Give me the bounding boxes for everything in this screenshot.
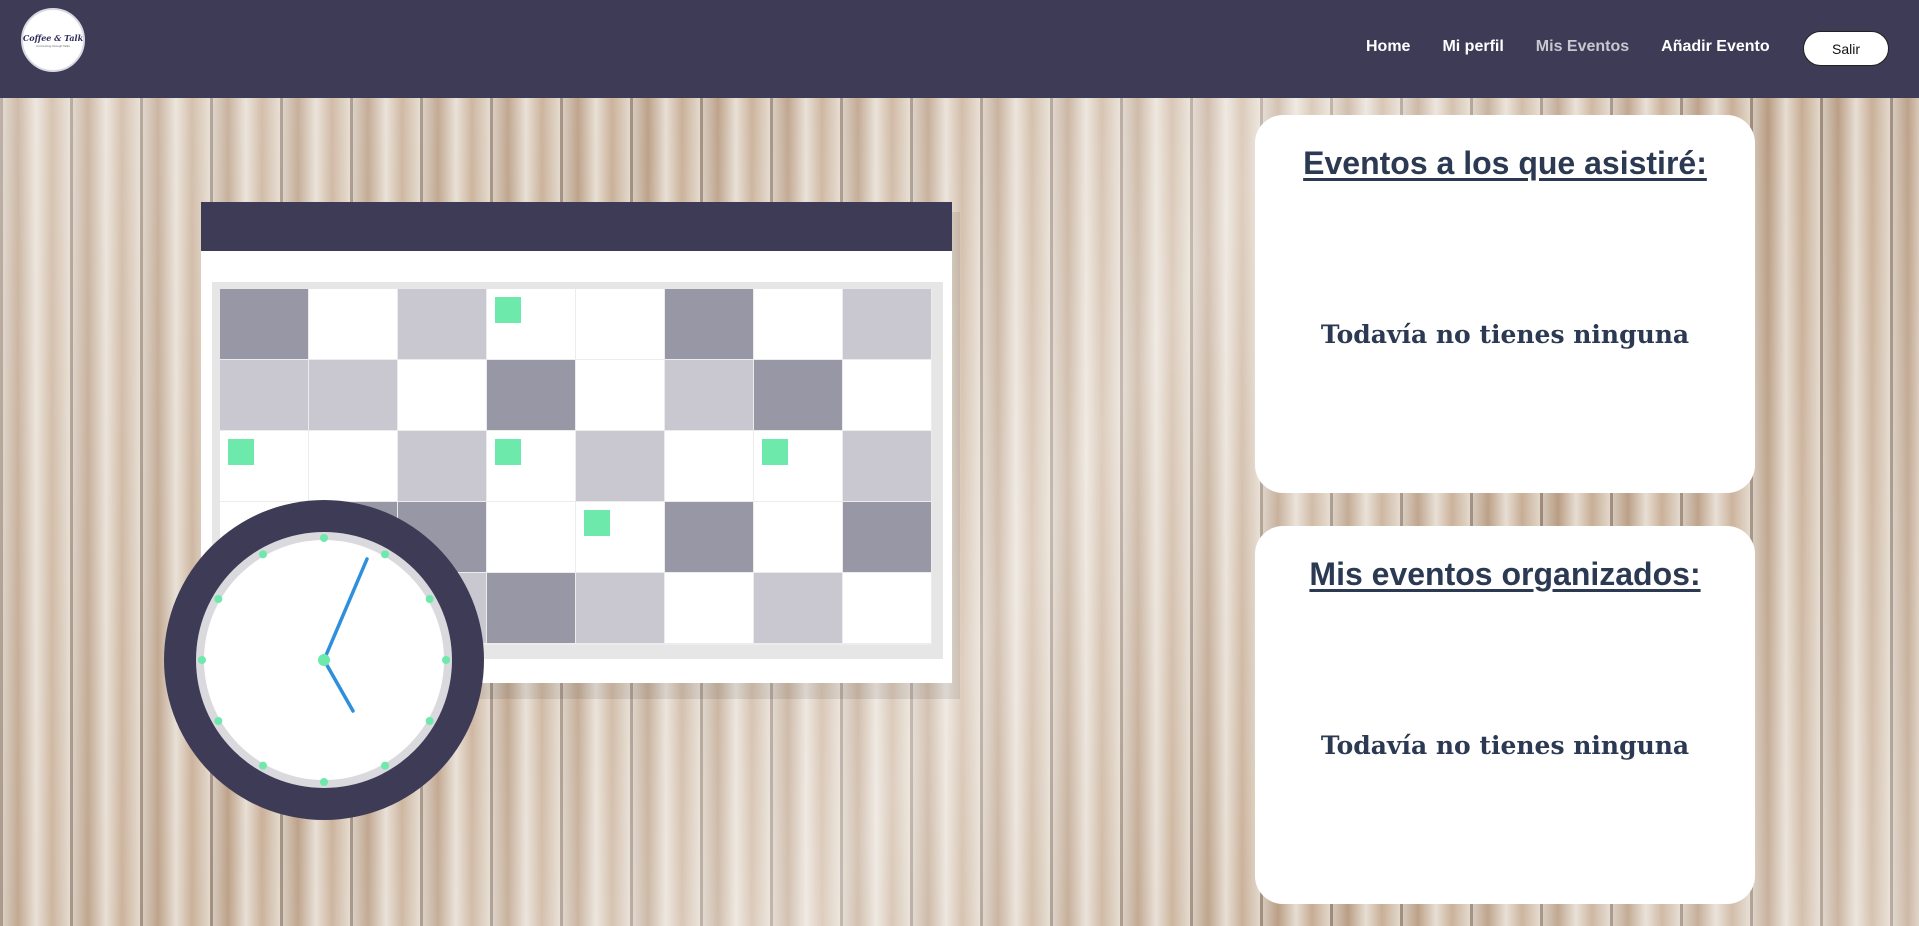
- clock-icon: [164, 500, 484, 820]
- logout-button[interactable]: Salir: [1803, 31, 1889, 66]
- brand-logo[interactable]: Coffee & Talk Connecting through Talks: [21, 8, 85, 72]
- nav-link-add-event[interactable]: Añadir Evento: [1661, 38, 1769, 56]
- nav-link-home[interactable]: Home: [1366, 38, 1410, 56]
- calendar-clock-illustration: [164, 202, 960, 820]
- logo-title: Coffee & Talk: [22, 32, 84, 43]
- logo-subtitle: Connecting through Talks: [36, 43, 70, 48]
- attending-events-card: Eventos a los que asistiré: Todavía no t…: [1255, 115, 1755, 493]
- attending-events-title: Eventos a los que asistiré:: [1303, 145, 1707, 181]
- organized-events-empty-message: Todavía no tienes ninguna: [1320, 731, 1690, 760]
- nav-link-my-events[interactable]: Mis Eventos: [1536, 38, 1629, 56]
- organized-events-card: Mis eventos organizados: Todavía no tien…: [1255, 526, 1755, 904]
- attending-events-empty-message: Todavía no tienes ninguna: [1320, 320, 1690, 349]
- organized-events-title: Mis eventos organizados:: [1309, 556, 1701, 592]
- navbar: Coffee & Talk Connecting through Talks H…: [0, 0, 1919, 98]
- nav-link-profile[interactable]: Mi perfil: [1442, 38, 1503, 56]
- nav-links: Home Mi perfil Mis Eventos Añadir Evento: [1366, 38, 1802, 56]
